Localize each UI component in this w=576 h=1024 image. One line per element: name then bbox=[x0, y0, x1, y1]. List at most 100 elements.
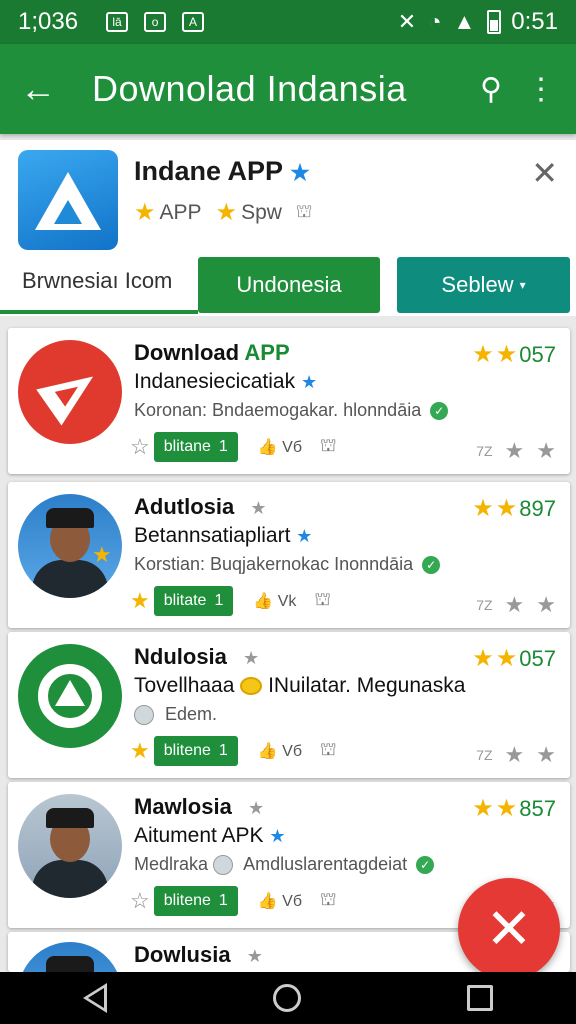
verified-star-icon: ★ bbox=[269, 826, 286, 846]
rating-value: 057 bbox=[519, 341, 556, 367]
dropdown-caret-icon: ▾ bbox=[519, 278, 526, 292]
app-meta: ★ APP ★ Spw ⛫ bbox=[134, 198, 312, 227]
star-icon[interactable]: ★ bbox=[505, 592, 525, 618]
install-badge[interactable]: blitene 1 bbox=[153, 736, 238, 766]
install-badge[interactable]: blitate 1 bbox=[153, 586, 234, 616]
star-icon: ★ bbox=[472, 341, 494, 368]
more-options-icon[interactable]: ⋮ bbox=[526, 72, 556, 107]
verified-star-icon: ★ bbox=[300, 372, 318, 392]
thumbs-up-icon[interactable]: 👍 Vб bbox=[258, 741, 302, 761]
verified-star-icon: ★ bbox=[290, 160, 310, 185]
thumbs-up-icon[interactable]: 👍 Vб bbox=[258, 891, 302, 911]
status-time: 1;036 bbox=[18, 8, 79, 35]
tab-seblew-label: Seblew bbox=[441, 272, 514, 297]
developer-avatar bbox=[134, 705, 154, 726]
shop-bag-icon[interactable]: ⛫ bbox=[320, 889, 337, 913]
item-rating: ★ ★ 897 bbox=[472, 494, 556, 523]
app-bar: ← Downolad Indansia ⚲ ⋮ bbox=[0, 44, 576, 134]
item-title: Ndulosia ★ bbox=[134, 644, 260, 669]
item-subtitle: Aitument APK ★ bbox=[134, 824, 286, 847]
notification-icon: o bbox=[144, 12, 167, 32]
zoom-label: 7Z bbox=[476, 747, 493, 763]
rating-value: 057 bbox=[519, 645, 556, 671]
star-icon: ★ bbox=[247, 798, 265, 818]
star-icon: ★ bbox=[246, 946, 263, 966]
nav-recents-icon[interactable] bbox=[467, 985, 493, 1011]
avatar bbox=[18, 794, 122, 898]
tab-indicator bbox=[0, 310, 198, 314]
thumbs-up-icon[interactable]: 👍 Vб bbox=[258, 437, 302, 457]
coin-icon bbox=[240, 677, 263, 696]
star-icon[interactable]: ★ bbox=[536, 438, 556, 464]
item-actions: ☆ blitane 1 👍 Vб ⛫ bbox=[130, 432, 337, 462]
star-icon: ★ bbox=[250, 498, 267, 518]
item-developer: Korstian: Buqjakernokac Inonndāia ✓ bbox=[134, 554, 441, 575]
item-title: Dowlusia ★ bbox=[134, 942, 263, 967]
tab-undonesia[interactable]: Undonesia bbox=[198, 257, 380, 313]
item-subtitle: Tovellhaaa INuilatar. Megunaska bbox=[134, 674, 466, 697]
tab-undonesia-label: Undonesia bbox=[236, 272, 342, 297]
thumbs-up-icon[interactable]: 👍 Vk bbox=[253, 591, 296, 611]
shop-bag-icon[interactable]: ⛫ bbox=[314, 589, 331, 613]
close-fab-button[interactable]: ✕ bbox=[458, 878, 560, 980]
tab-brwnesia[interactable]: Brwnesiaı Icom bbox=[22, 268, 172, 294]
list-item[interactable]: Ndulosia ★ ★ ★ 057 Tovellhaaa INuilatar. … bbox=[8, 632, 570, 778]
item-title: Adutlosia ★ bbox=[134, 494, 267, 519]
list-item[interactable]: ★ Adutlosia ★ ★ ★ 897 Betannsatiapliart ★… bbox=[8, 482, 570, 628]
badge-star-icon: ★ bbox=[92, 542, 112, 567]
star-icon[interactable]: ★ bbox=[505, 742, 525, 768]
star-icon[interactable]: ★ bbox=[505, 438, 525, 464]
app-icon bbox=[18, 644, 122, 748]
app-icon bbox=[18, 340, 122, 444]
system-nav-bar bbox=[0, 972, 576, 1024]
search-icon[interactable]: ⚲ bbox=[480, 72, 502, 107]
nav-back-icon[interactable] bbox=[83, 983, 107, 1013]
item-developer: Koronan: Bndaemogakar. hlonndāia ✓ bbox=[134, 400, 449, 421]
check-icon: ✓ bbox=[430, 402, 449, 421]
avatar: ★ bbox=[18, 494, 122, 598]
close-icon: ✕ bbox=[485, 897, 533, 960]
install-badge[interactable]: blitane 1 bbox=[153, 432, 238, 462]
install-badge[interactable]: blitene 1 bbox=[153, 886, 238, 916]
app-logo bbox=[18, 150, 118, 250]
item-extra: 7Z ★ ★ bbox=[476, 742, 556, 768]
star-outline-icon: ☆ bbox=[130, 888, 150, 913]
star-outline-icon: ☆ bbox=[130, 434, 150, 459]
signal-icon: ▲ bbox=[453, 9, 476, 34]
item-actions: ★ blitate 1 👍 Vk ⛫ bbox=[130, 586, 331, 616]
zoom-label: 7Z bbox=[476, 597, 493, 613]
item-rating: ★ ★ 057 bbox=[472, 644, 556, 673]
battery-icon bbox=[487, 10, 502, 34]
meta-label-1: APP bbox=[159, 200, 202, 224]
star-icon: ★ bbox=[495, 341, 518, 368]
item-developer: Edem. bbox=[134, 704, 217, 726]
star-icon: ★ bbox=[495, 495, 518, 522]
star-icon: ★ bbox=[243, 648, 260, 668]
item-subtitle: Indanesiecicatiak ★ bbox=[134, 370, 318, 393]
item-extra: 7Z ★ ★ bbox=[476, 592, 556, 618]
developer-avatar bbox=[213, 855, 234, 876]
tab-seblew-dropdown[interactable]: Seblew ▾ bbox=[397, 257, 570, 313]
shop-bag-icon: ⛫ bbox=[295, 200, 313, 221]
shop-bag-icon[interactable]: ⛫ bbox=[320, 739, 337, 763]
list-item[interactable]: Download APP ★ ★ 057 Indanesiecicatiak ★ … bbox=[8, 328, 570, 474]
meta-label-2: Spw bbox=[241, 200, 282, 224]
star-icon: ★ bbox=[495, 645, 518, 672]
check-icon: ✓ bbox=[422, 556, 441, 575]
item-title: Mawlosia ★ bbox=[134, 794, 265, 819]
item-subtitle: Betannsatiapliart ★ bbox=[134, 524, 313, 547]
gallery-notification-icon: lā bbox=[106, 12, 129, 32]
item-developer: Medlraka Amdluslarentagdeiat ✓ bbox=[134, 854, 435, 876]
close-icon[interactable]: ✕ bbox=[531, 154, 558, 192]
star-icon: ★ bbox=[472, 645, 494, 672]
item-rating: ★ ★ 057 bbox=[472, 340, 556, 369]
shop-bag-icon[interactable]: ⛫ bbox=[320, 435, 337, 459]
star-icon[interactable]: ★ bbox=[536, 742, 556, 768]
nav-home-icon[interactable] bbox=[273, 984, 301, 1012]
star-icon[interactable]: ★ bbox=[536, 592, 556, 618]
star-icon: ★ bbox=[472, 495, 494, 522]
rating-value: 897 bbox=[519, 495, 556, 521]
item-title: Download APP bbox=[134, 340, 290, 365]
page-title: Downolad Indansia bbox=[92, 68, 407, 109]
back-arrow-icon[interactable]: ← bbox=[20, 68, 74, 110]
